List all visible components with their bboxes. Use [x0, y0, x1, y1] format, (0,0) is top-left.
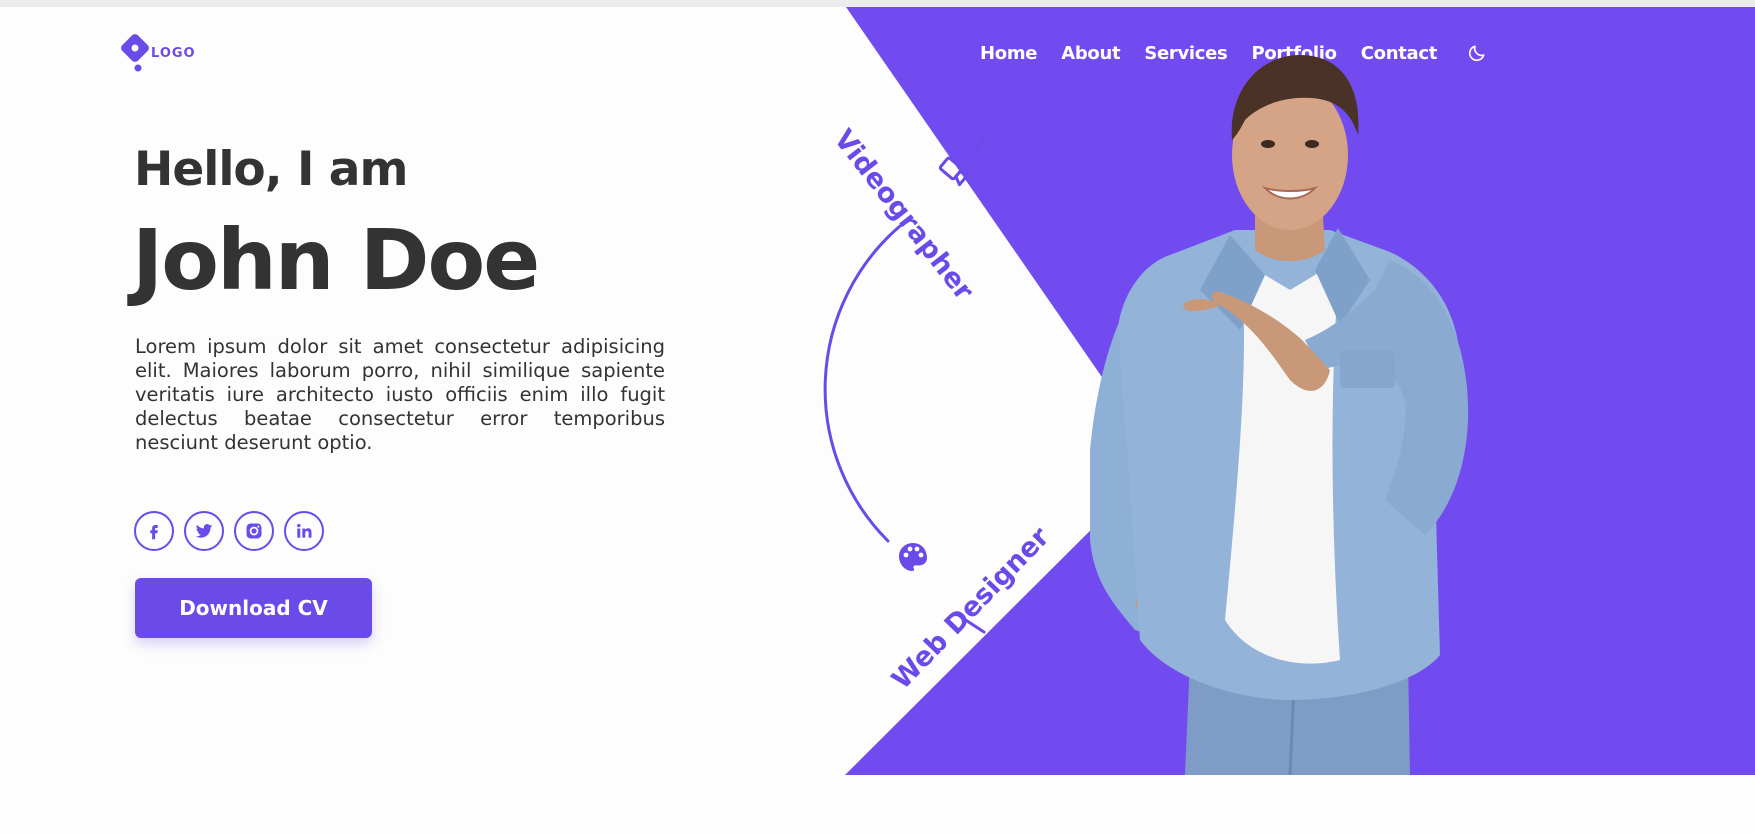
hero-description: Lorem ipsum dolor sit amet consectetur a…: [135, 335, 665, 454]
download-cv-button[interactable]: Download CV: [135, 578, 372, 638]
logo[interactable]: LOGO: [119, 32, 196, 74]
linkedin-icon[interactable]: [284, 511, 324, 551]
social-links: [134, 511, 334, 551]
video-camera-icon: [938, 156, 970, 187]
portfolio-landing-page: LOGO Home About Services Portfolio Conta…: [0, 0, 1755, 833]
twitter-icon[interactable]: [184, 511, 224, 551]
hero-name: John Doe: [132, 211, 540, 309]
hero-greeting: Hello, I am: [134, 142, 408, 197]
nav-link-home[interactable]: Home: [980, 43, 1038, 64]
logo-text: LOGO: [151, 45, 196, 61]
hero-person-image: [1090, 55, 1469, 775]
instagram-icon[interactable]: [234, 511, 274, 551]
facebook-icon[interactable]: [134, 511, 174, 551]
logo-mark-icon: [121, 34, 149, 72]
palette-icon: [899, 543, 927, 571]
